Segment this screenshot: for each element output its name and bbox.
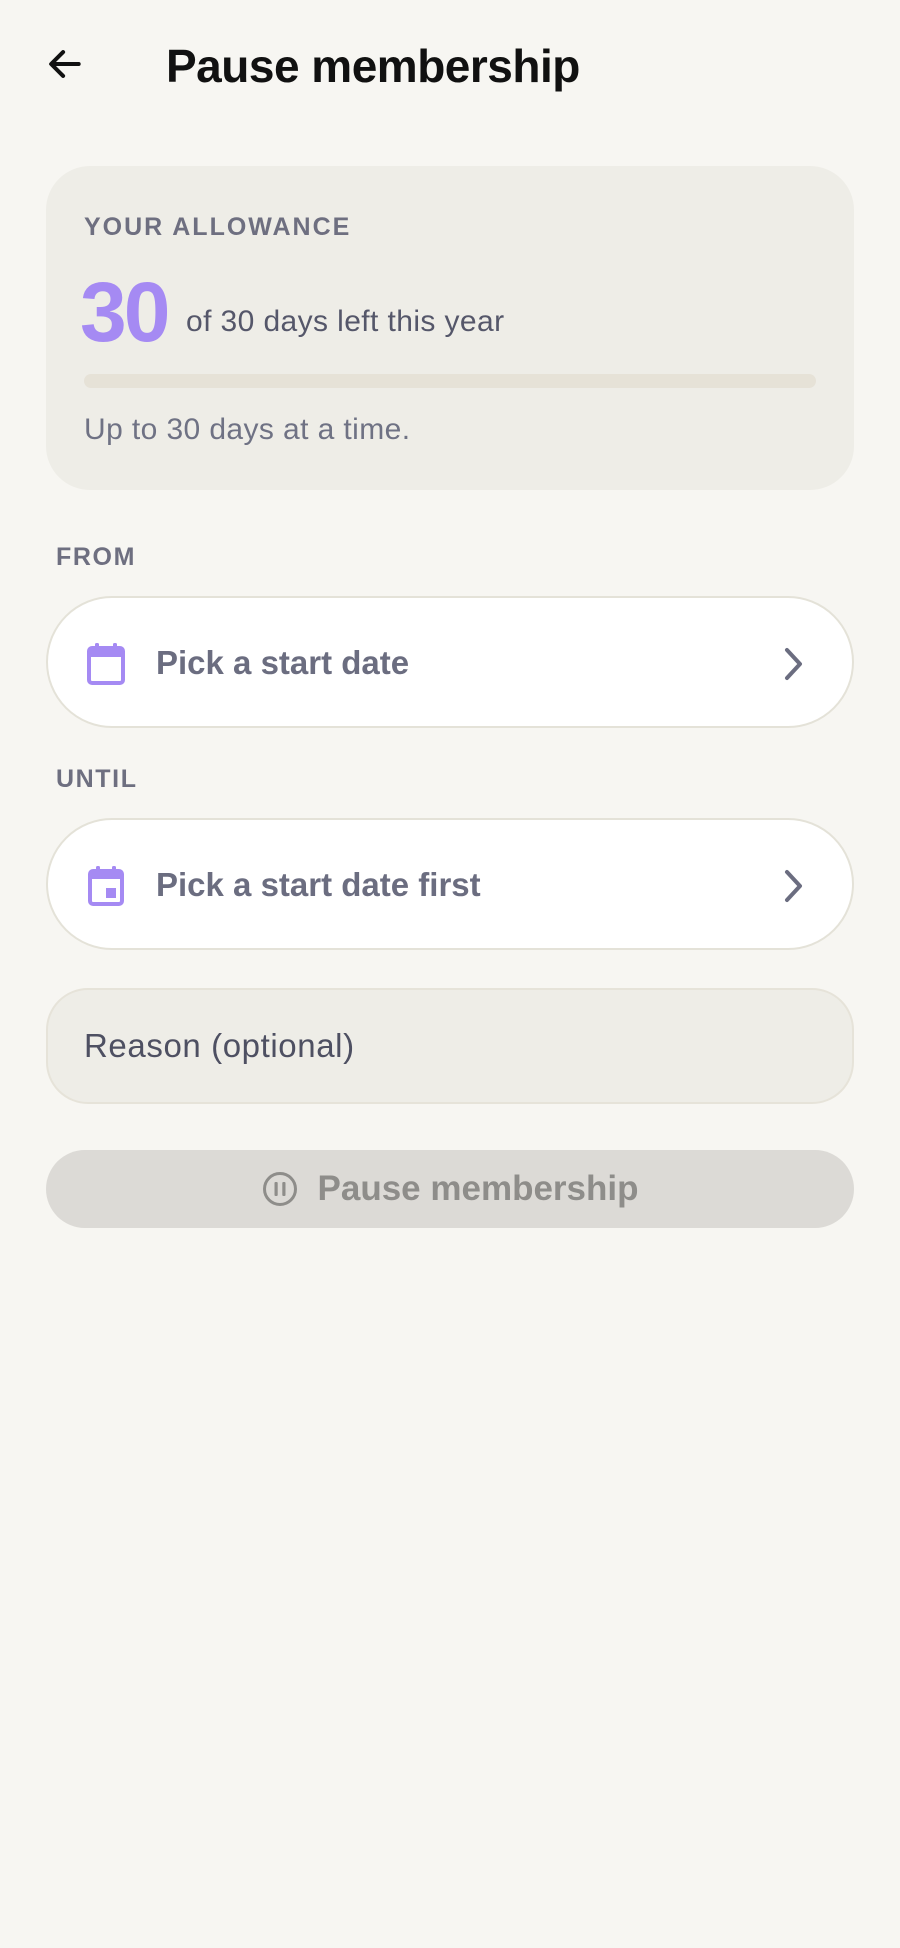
days-left-count: 30 (80, 265, 170, 359)
calendar-icon (87, 643, 125, 685)
chevron-right-icon (785, 870, 802, 902)
start-date-placeholder: Pick a start date (156, 644, 410, 681)
pause-circle-icon (262, 1172, 297, 1206)
app-bar: Pause membership (0, 0, 900, 134)
allowance-progress-bar (84, 374, 816, 388)
reason-field[interactable] (46, 988, 854, 1104)
pause-membership-button[interactable]: Pause membership (46, 1150, 854, 1228)
until-label: UNTIL (56, 765, 138, 793)
from-label: FROM (56, 543, 136, 571)
end-date-placeholder: Pick a start date first (156, 866, 481, 903)
allowance-hint: Up to 30 days at a time. (84, 413, 411, 446)
pause-membership-label: Pause membership (317, 1169, 639, 1208)
calendar-event-icon (88, 866, 124, 906)
page-title: Pause membership (166, 40, 580, 92)
chevron-right-icon (785, 648, 802, 680)
days-left-text: of 30 days left this year (186, 305, 505, 338)
end-date-picker[interactable]: Pick a start date first (46, 818, 854, 950)
start-date-picker[interactable]: Pick a start date (46, 596, 854, 728)
reason-input[interactable] (84, 990, 814, 1102)
arrow-left-icon (49, 50, 81, 78)
allowance-label: YOUR ALLOWANCE (84, 213, 352, 241)
allowance-card: YOUR ALLOWANCE 30 of 30 days left this y… (46, 166, 854, 490)
back-button[interactable] (32, 32, 96, 96)
